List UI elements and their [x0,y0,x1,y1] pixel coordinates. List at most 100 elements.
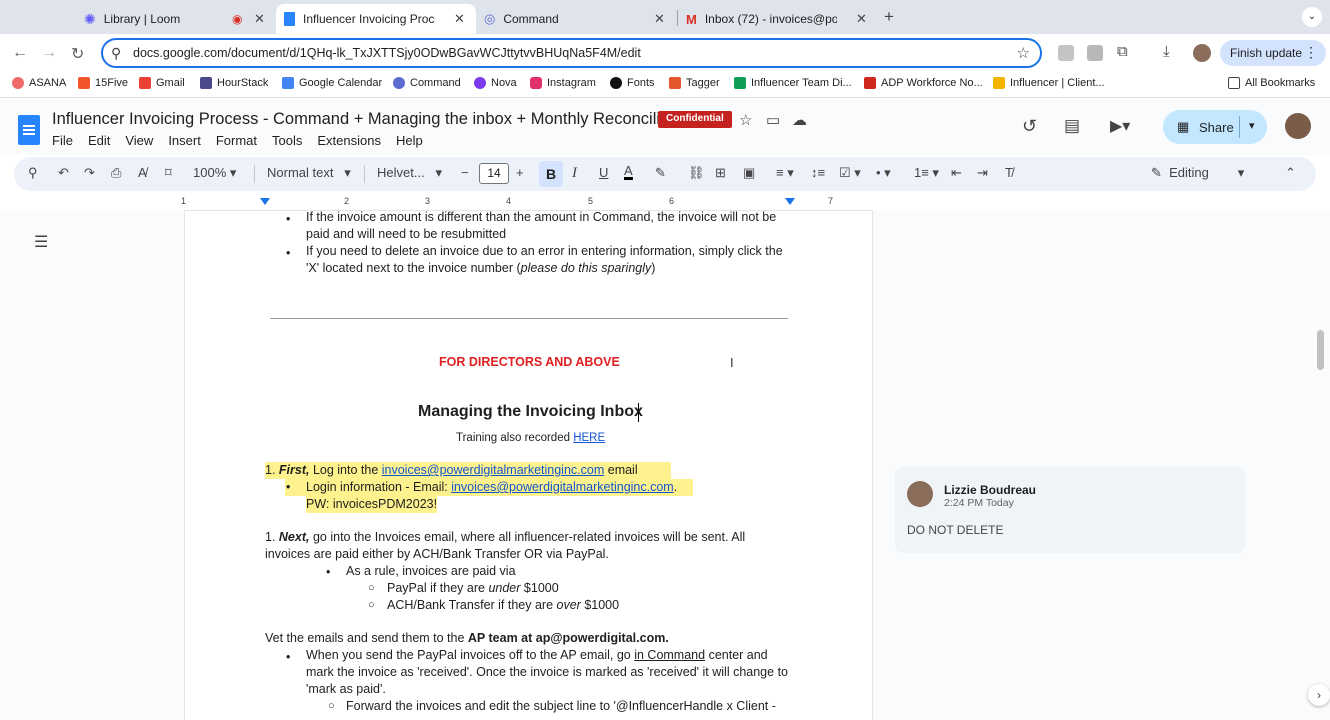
left-indent-marker[interactable] [260,198,270,205]
comments-icon[interactable]: ▤ [1064,116,1080,136]
extensions-puzzle-icon[interactable]: ⧉ [1117,43,1128,60]
menu-insert[interactable]: Insert [168,133,201,148]
bookmark-influencer-team[interactable]: Influencer Team Di... [734,77,852,89]
vertical-scrollbar[interactable] [1317,330,1324,370]
user-avatar[interactable] [1285,113,1311,139]
star-icon[interactable]: ☆ [739,111,752,129]
menu-format[interactable]: Format [216,133,257,148]
line-spacing-icon[interactable]: ↕≡ [811,165,825,180]
comment-card[interactable]: Lizzie Boudreau 2:24 PM Today DO NOT DEL… [895,467,1245,553]
align-icon[interactable]: ≡ ▾ [776,165,794,181]
reload-button[interactable]: ↻ [71,44,84,64]
menu-help[interactable]: Help [396,133,423,148]
confidential-label[interactable]: Confidential [658,111,732,128]
toolbar-divider [364,165,365,183]
menu-view[interactable]: View [125,133,153,148]
bookmark-google-calendar[interactable]: Google Calendar [282,77,382,89]
bookmark-asana[interactable]: ASANA [12,77,66,89]
font-size-input[interactable]: 14 [479,163,509,184]
increase-indent-icon[interactable]: ⇥ [977,165,988,181]
menu-file[interactable]: File [52,133,73,148]
document-title[interactable]: Influencer Invoicing Process - Command +… [52,110,696,129]
font-select[interactable]: Helvet... ▾ [377,165,442,181]
document-canvas[interactable]: ☰ • If the invoice amount is different t… [0,210,1330,720]
menu-edit[interactable]: Edit [88,133,110,148]
version-history-icon[interactable]: ↺ [1022,116,1037,137]
tab-influencer-invoicing[interactable]: Influencer Invoicing Process ✕ [276,4,476,34]
bookmark-adp[interactable]: ADP Workforce No... [864,77,983,89]
email-link[interactable]: invoices@powerdigitalmarketinginc.com [451,480,674,494]
command-link[interactable]: in Command [634,648,705,662]
document-outline-icon[interactable]: ☰ [34,232,48,252]
cloud-status-icon[interactable]: ☁ [792,111,807,129]
add-comment-icon[interactable]: ⊞ [715,165,726,181]
insert-link-icon[interactable]: ⛓ [688,165,705,181]
close-tab-icon[interactable]: ✕ [454,11,465,27]
extension-icon[interactable] [1058,45,1074,61]
url-field[interactable]: ⚲ docs.google.com/document/d/1QHq-lk_TxJ… [101,38,1042,68]
profile-avatar[interactable] [1193,44,1211,62]
clear-formatting-icon[interactable]: T̸ [1005,165,1013,180]
bookmark-tagger[interactable]: Tagger [669,77,720,89]
share-button[interactable]: ▦ Share ▾ [1163,110,1267,144]
close-tab-icon[interactable]: ✕ [254,11,265,27]
docs-logo-icon[interactable] [18,115,40,145]
training-link[interactable]: HERE [573,432,605,444]
email-link[interactable]: invoices@powerdigitalmarketinginc.com [382,463,605,477]
bulleted-list-icon[interactable]: • ▾ [876,165,891,181]
forward-button[interactable]: → [41,44,57,62]
close-tab-icon[interactable]: ✕ [856,11,867,27]
menu-tools[interactable]: Tools [272,133,302,148]
spellcheck-icon[interactable]: A̸ [138,165,147,180]
undo-icon[interactable]: ↶ [58,165,69,181]
paragraph-style-select[interactable]: Normal text ▾ [267,165,351,181]
bookmark-command[interactable]: Command [393,77,461,89]
zoom-select[interactable]: 100% ▾ [193,165,236,181]
bookmark-15five[interactable]: 15Five [78,77,128,89]
right-indent-marker[interactable] [785,198,795,205]
bookmark-hourstack[interactable]: HourStack [200,77,268,89]
bookmark-nova[interactable]: Nova [474,77,517,89]
download-icon[interactable]: ⤓ [1163,43,1170,60]
finish-update-button[interactable]: Finish update ⋮ [1220,40,1326,66]
menu-extensions[interactable]: Extensions [317,133,381,148]
document-page[interactable]: • If the invoice amount is different tha… [185,210,872,720]
bookmark-instagram[interactable]: Instagram [530,77,596,89]
bold-button[interactable]: B [539,161,563,187]
text-color-icon[interactable]: A [624,164,633,180]
paint-format-icon[interactable]: ⌑ [165,165,172,181]
numbered-list-icon[interactable]: 1≡ ▾ [914,165,939,181]
bookmark-influencer-client[interactable]: Influencer | Client... [993,77,1105,89]
bookmark-star-icon[interactable]: ☆ [1017,44,1030,62]
back-button[interactable]: ← [12,44,28,62]
tab-command[interactable]: ◎ Command ✕ [476,4,676,34]
move-folder-icon[interactable]: ▭ [766,111,780,129]
search-menus-icon[interactable]: ⚲ [28,165,38,181]
extension-icon[interactable] [1087,45,1103,61]
tab-loom[interactable]: ✺ Library | Loom ◉ ✕ [76,4,276,34]
bookmark-fonts[interactable]: Fonts [610,77,655,89]
checklist-icon[interactable]: ☑ ▾ [839,165,861,181]
italic-button[interactable]: I [572,165,577,182]
highlight-icon[interactable]: ✎ [655,165,666,181]
tab-gmail-inbox[interactable]: M Inbox (72) - invoices@powerd ✕ [678,4,878,34]
show-side-panel-icon[interactable]: › [1308,684,1330,706]
tab-search-button[interactable]: ⌄ [1302,7,1322,27]
increase-font-icon[interactable]: + [516,165,524,180]
site-info-icon[interactable]: ⚲ [111,45,121,62]
insert-image-icon[interactable]: ▣ [743,165,755,181]
more-menu-icon[interactable]: ⋮ [1304,44,1318,61]
close-tab-icon[interactable]: ✕ [654,11,665,27]
decrease-font-icon[interactable]: − [461,165,469,180]
share-dropdown-icon[interactable]: ▾ [1249,119,1255,132]
decrease-indent-icon[interactable]: ⇤ [951,165,962,181]
bookmark-gmail[interactable]: Gmail [139,77,185,89]
underline-button[interactable]: U [599,165,608,180]
hide-menus-icon[interactable]: ⌃ [1285,165,1296,181]
redo-icon[interactable]: ↷ [84,165,95,181]
meet-icon[interactable]: ▶▾ [1110,116,1130,136]
print-icon[interactable]: ⎙ [111,165,121,181]
new-tab-button[interactable]: + [884,7,894,27]
all-bookmarks[interactable]: All Bookmarks [1228,77,1315,89]
editing-mode-select[interactable]: ✎ Editing ▾ [1151,165,1244,181]
